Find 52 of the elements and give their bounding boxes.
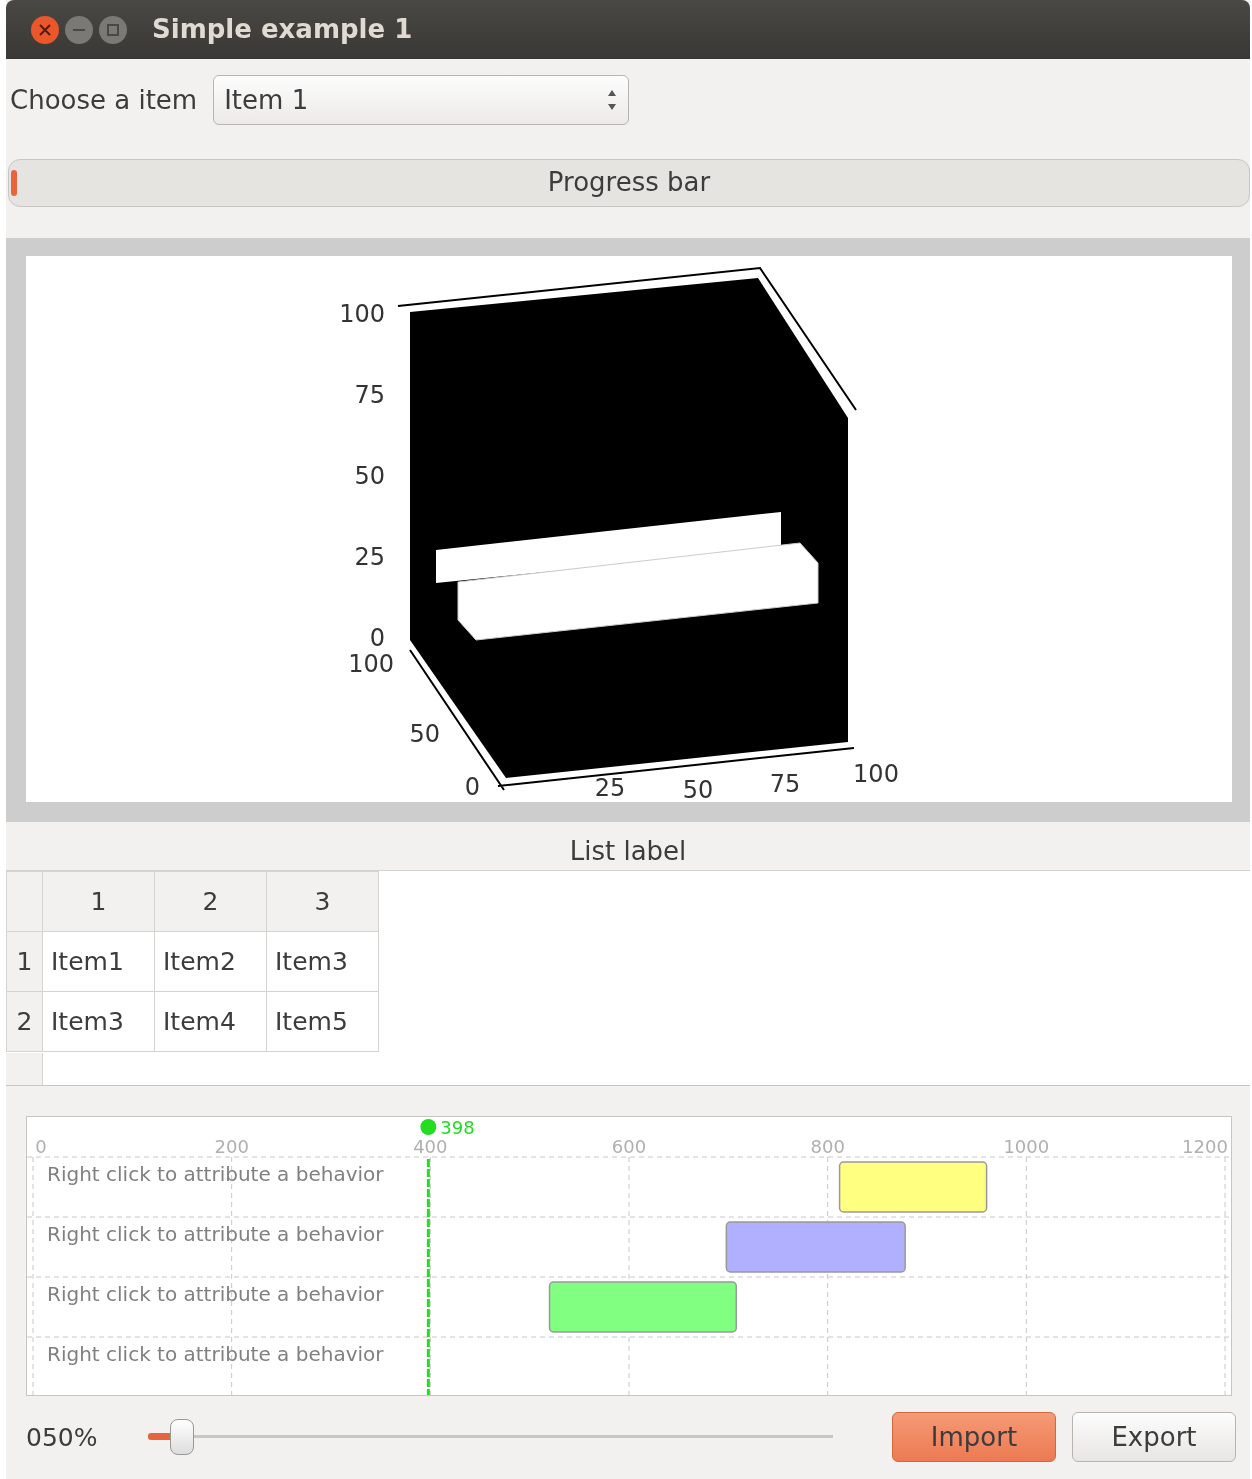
axis-tick-label: 200 xyxy=(214,1135,249,1157)
axis-tick-label: 25 xyxy=(594,773,626,802)
cursor-value-label: 398 xyxy=(440,1116,475,1138)
behavior-block[interactable] xyxy=(548,1281,738,1333)
table-cell: Item1 xyxy=(42,931,155,992)
axis-tick-label: 0 xyxy=(464,772,480,801)
list-label: List label xyxy=(568,834,688,868)
row-label: Right click to attribute a behavior xyxy=(47,1341,384,1366)
time-cursor[interactable] xyxy=(426,1158,430,1395)
table-cell: Item2 xyxy=(154,931,267,992)
row-label: Right click to attribute a behavior xyxy=(47,1221,384,1246)
axis-tick-label: 600 xyxy=(611,1135,647,1157)
window-title: Simple example 1 xyxy=(152,13,413,47)
axis-tick-label: 50 xyxy=(409,719,440,748)
column-header[interactable]: 3 xyxy=(266,871,379,932)
axis-tick-label: 0 xyxy=(35,1135,47,1157)
axis-tick-label: 1200 xyxy=(1182,1135,1228,1157)
table-cell: Item3 xyxy=(266,931,379,992)
row-label: Right click to attribute a behavior xyxy=(47,1161,384,1186)
row-header[interactable]: 1 xyxy=(6,931,43,992)
table-cell: Item4 xyxy=(154,991,267,1052)
action-button[interactable]: Import xyxy=(892,1412,1056,1463)
column-header[interactable]: 2 xyxy=(154,871,267,932)
behavior-block[interactable] xyxy=(725,1221,906,1273)
axis-tick-label: 50 xyxy=(354,461,385,490)
axis-tick-label: 400 xyxy=(413,1135,448,1157)
axis-tick-label: 100 xyxy=(339,299,385,328)
axis-tick-label: 100 xyxy=(348,649,394,678)
behavior-block[interactable] xyxy=(838,1161,988,1213)
axis-tick-label: 1000 xyxy=(1003,1135,1050,1157)
close-icon[interactable] xyxy=(30,14,60,45)
axis-tick-label: 0 xyxy=(369,623,385,652)
axis-tick-label: 50 xyxy=(682,775,714,802)
table-cell: Item3 xyxy=(42,991,155,1052)
row-header[interactable]: 2 xyxy=(6,991,43,1052)
zoom-readout: 050% xyxy=(26,1421,99,1454)
table-cell: Item5 xyxy=(266,991,379,1052)
cursor-handle-icon[interactable] xyxy=(420,1118,437,1135)
axis-tick-label: 100 xyxy=(853,759,899,788)
item-dropdown[interactable]: Item 1 xyxy=(213,75,630,126)
axis-tick-label: 25 xyxy=(354,542,385,571)
minimize-icon[interactable] xyxy=(64,14,94,45)
action-button[interactable]: Export xyxy=(1072,1412,1236,1463)
axis-tick-label: 800 xyxy=(810,1135,845,1157)
row-label: Right click to attribute a behavior xyxy=(47,1281,384,1306)
choose-label: Choose a item xyxy=(10,83,198,117)
axis-tick-label: 75 xyxy=(769,769,801,798)
slider-thumb[interactable] xyxy=(170,1419,195,1456)
progress-label: Progress bar xyxy=(547,166,711,200)
axis-tick-label: 75 xyxy=(354,380,385,409)
maximize-icon[interactable] xyxy=(98,14,128,45)
column-header[interactable]: 1 xyxy=(42,871,155,932)
